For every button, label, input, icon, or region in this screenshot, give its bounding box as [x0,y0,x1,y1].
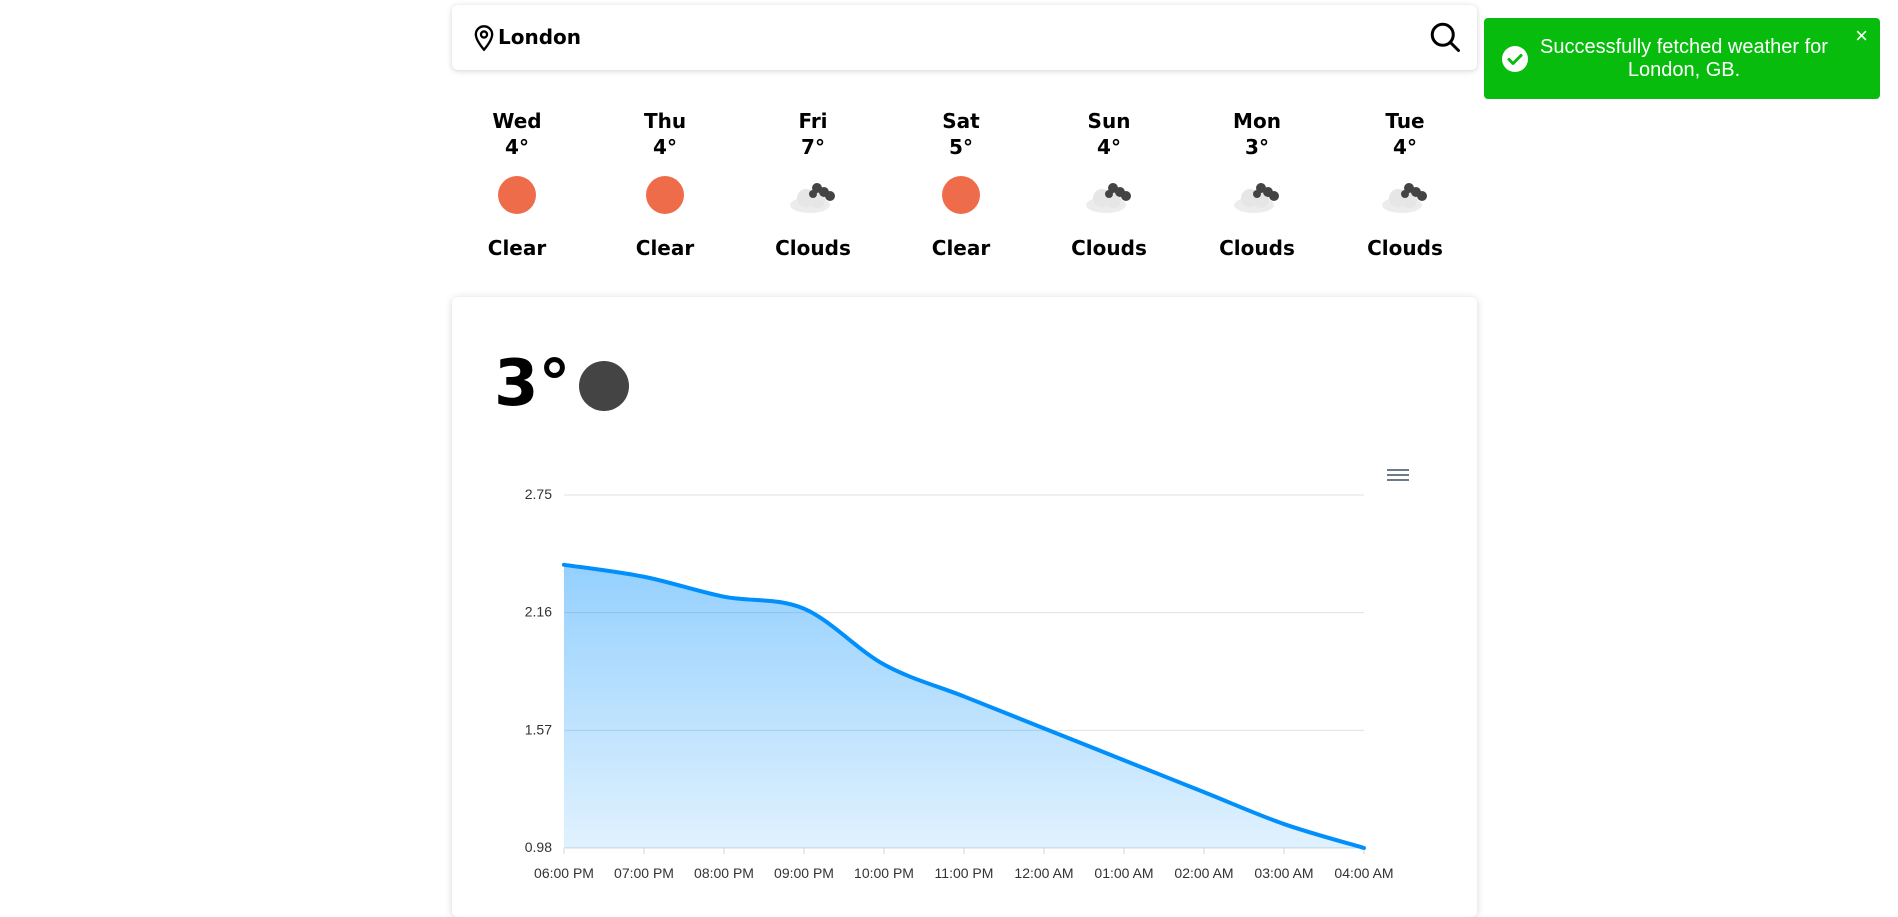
day-temp: 3° [1192,134,1322,160]
day-temp: 4° [1340,134,1470,160]
search-bar[interactable]: London [452,5,1477,70]
current-weather-card: 3° 2.752.161.570.9806:00 PM07:00 PM08:00… [452,297,1477,917]
day-name: Wed [452,108,582,134]
day-name: Tue [1340,108,1470,134]
clouds-icon [1080,174,1138,216]
day-desc: Clouds [1044,236,1174,260]
y-tick-label: 0.98 [525,839,552,855]
day-temp: 4° [1044,134,1174,160]
close-icon[interactable]: × [1855,26,1868,46]
day-name: Sat [896,108,1026,134]
forecast-day: Wed 4° Clear [452,108,582,260]
day-name: Thu [600,108,730,134]
x-tick-label: 12:00 AM [1014,865,1073,881]
day-desc: Clouds [748,236,878,260]
toast-message: Successfully fetched weather for London,… [1534,36,1834,82]
day-temp: 5° [896,134,1026,160]
x-tick-label: 09:00 PM [774,865,834,881]
temperature-chart: 2.75 2.16 1.57 0.98 06:00 PM 07:00 PM 08:00 PM… [452,297,1477,917]
sun-icon [646,176,684,214]
clouds-icon [784,174,842,216]
chart-area-fill [564,565,1364,848]
x-tick-label: 08:00 PM [694,865,754,881]
forecast-day: Sat 5° Clear [896,108,1026,260]
day-desc: Clear [452,236,582,260]
forecast-day: Thu 4° Clear [600,108,730,260]
location-pin-icon [470,23,498,53]
day-desc: Clouds [1192,236,1322,260]
clouds-icon [1228,174,1286,216]
y-tick-label: 2.75 [525,486,552,502]
sun-icon [942,176,980,214]
day-name: Fri [748,108,878,134]
day-temp: 7° [748,134,878,160]
success-toast: Successfully fetched weather for London,… [1484,18,1880,99]
forecast-day: Fri 7° Clouds [748,108,878,260]
x-tick-label: 03:00 AM [1254,865,1313,881]
forecast-day: Tue 4° Clouds [1340,108,1470,260]
x-tick-label: 06:00 PM [534,865,594,881]
y-tick-label: 2.16 [525,604,552,620]
forecast-row: Wed 4° Clear Thu 4° Clear Fri 7° Clouds … [452,108,1492,278]
check-circle-icon [1502,46,1528,72]
search-icon[interactable] [1427,19,1463,55]
search-input[interactable]: London [498,25,581,49]
sun-icon [498,176,536,214]
forecast-day: Mon 3° Clouds [1192,108,1322,260]
day-desc: Clear [896,236,1026,260]
x-tick-label: 07:00 PM [614,865,674,881]
x-tick-label: 04:00 AM [1334,865,1393,881]
y-tick-label: 1.57 [525,721,552,737]
day-name: Mon [1192,108,1322,134]
day-name: Sun [1044,108,1174,134]
x-tick-label: 10:00 PM [854,865,914,881]
x-tick-label: 02:00 AM [1174,865,1233,881]
clouds-icon [1376,174,1434,216]
day-desc: Clear [600,236,730,260]
day-desc: Clouds [1340,236,1470,260]
day-temp: 4° [600,134,730,160]
x-tick-label: 01:00 AM [1094,865,1153,881]
day-temp: 4° [452,134,582,160]
forecast-day: Sun 4° Clouds [1044,108,1174,260]
x-tick-label: 11:00 PM [935,865,994,881]
